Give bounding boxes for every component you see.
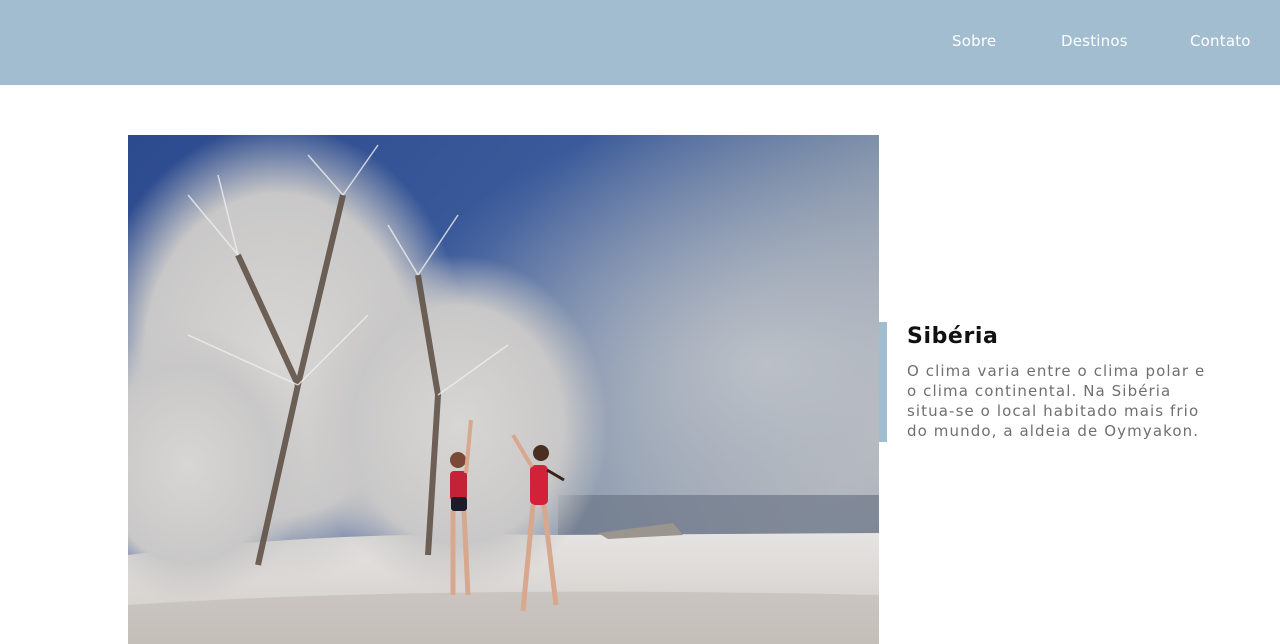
site-header: Sobre Destinos Contato <box>0 0 1280 85</box>
destination-title: Sibéria <box>907 324 999 349</box>
nav-link-sobre[interactable]: Sobre <box>952 32 996 50</box>
nav-link-destinos[interactable]: Destinos <box>1061 32 1128 50</box>
destination-info: Sibéria O clima varia entre o clima pola… <box>907 322 1227 441</box>
nav-link-contato[interactable]: Contato <box>1190 32 1251 50</box>
destination-description: O clima varia entre o clima polar e o cl… <box>907 362 1206 440</box>
hero-image <box>128 135 879 644</box>
accent-bar <box>879 322 887 442</box>
